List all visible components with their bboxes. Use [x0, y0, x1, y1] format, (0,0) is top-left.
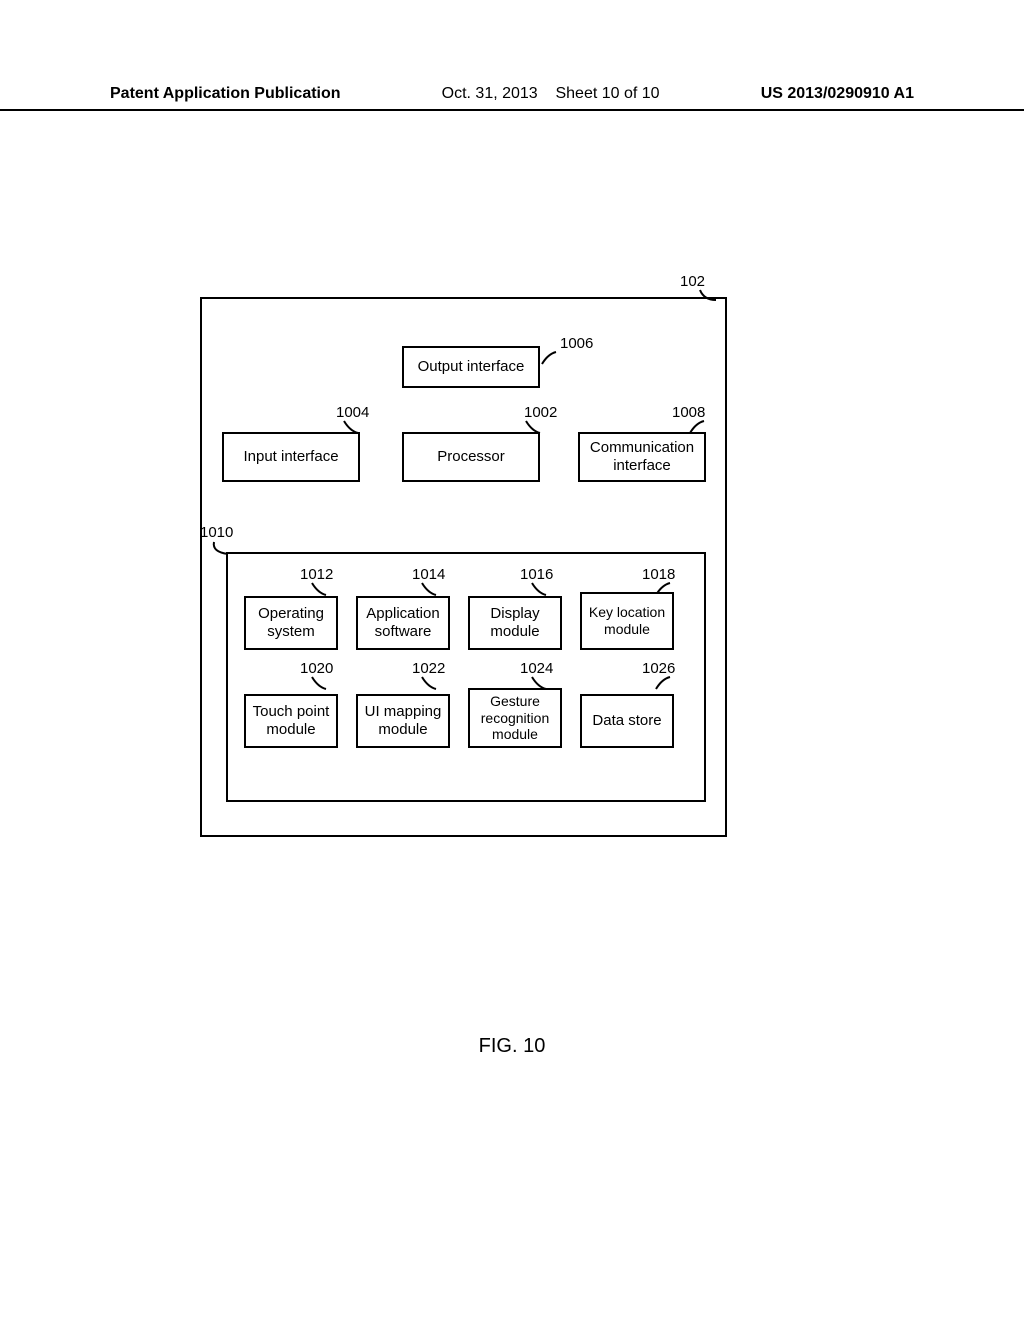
touch-point-module-box: Touch point module	[244, 694, 338, 748]
ref-1006: 1006	[560, 335, 593, 352]
lead-102	[698, 288, 718, 302]
data-store-box: Data store	[580, 694, 674, 748]
lead-1006	[540, 350, 558, 366]
processor-box: Processor	[402, 432, 540, 482]
display-module-box: Display module	[468, 596, 562, 650]
output-interface-box: Output interface	[402, 346, 540, 388]
lead-1002	[524, 419, 542, 435]
lead-1022	[420, 675, 438, 691]
key-location-module-box: Key location module	[580, 592, 674, 650]
lead-1012	[310, 581, 328, 597]
ui-mapping-module-box: UI mapping module	[356, 694, 450, 748]
lead-1016	[530, 581, 548, 597]
memory-box	[226, 552, 706, 802]
application-software-box: Application software	[356, 596, 450, 650]
figure-caption: FIG. 10	[0, 1035, 1024, 1058]
lead-1014	[420, 581, 438, 597]
figure-canvas: 102 Output interface 1006 1004 1002 1008…	[0, 0, 1024, 1320]
lead-1026	[654, 675, 672, 691]
lead-1004	[342, 419, 360, 435]
gesture-recognition-module-box: Gesture recognition module	[468, 688, 562, 748]
lead-1008	[688, 419, 706, 435]
operating-system-box: Operating system	[244, 596, 338, 650]
input-interface-box: Input interface	[222, 432, 360, 482]
lead-1020	[310, 675, 328, 691]
ref-1010: 1010	[200, 524, 233, 541]
communication-interface-box: Communication interface	[578, 432, 706, 482]
